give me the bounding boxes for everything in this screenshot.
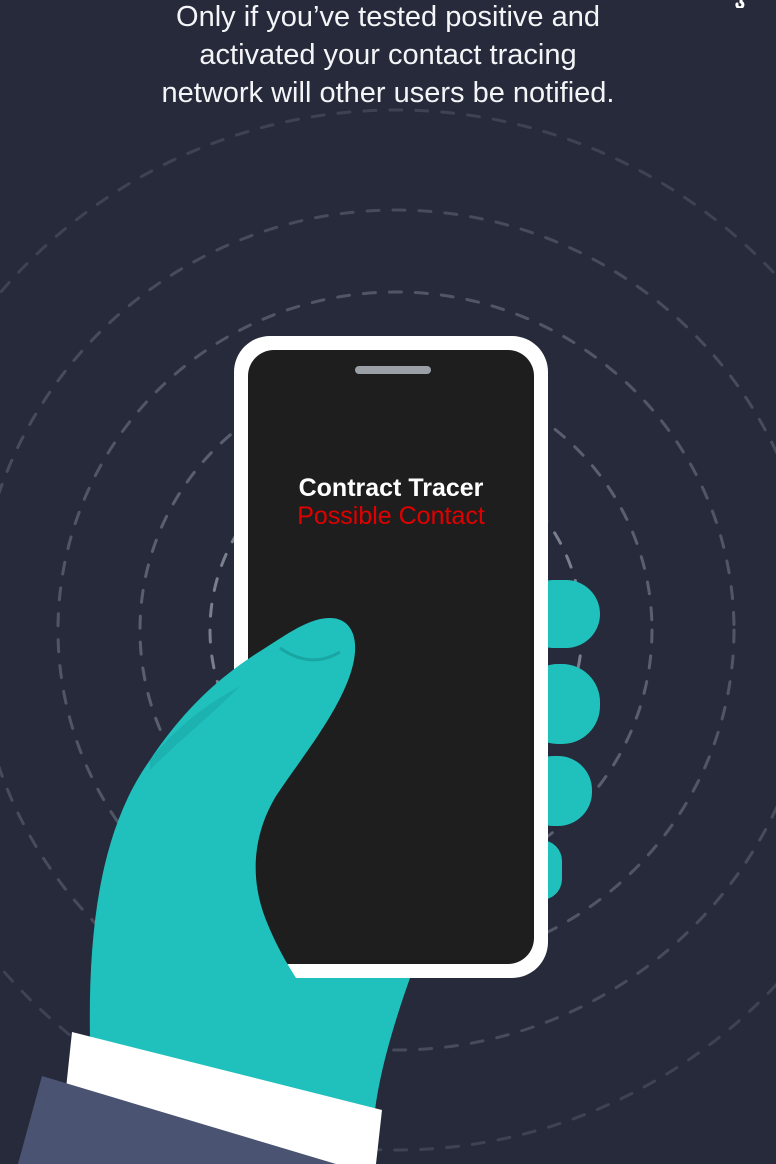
contact-tracing-illustration: [0, 108, 776, 1164]
phone-contact-status: Possible Contact: [297, 502, 485, 530]
phone-speaker: [355, 366, 431, 374]
phone-app-title: Contract Tracer: [298, 474, 484, 502]
